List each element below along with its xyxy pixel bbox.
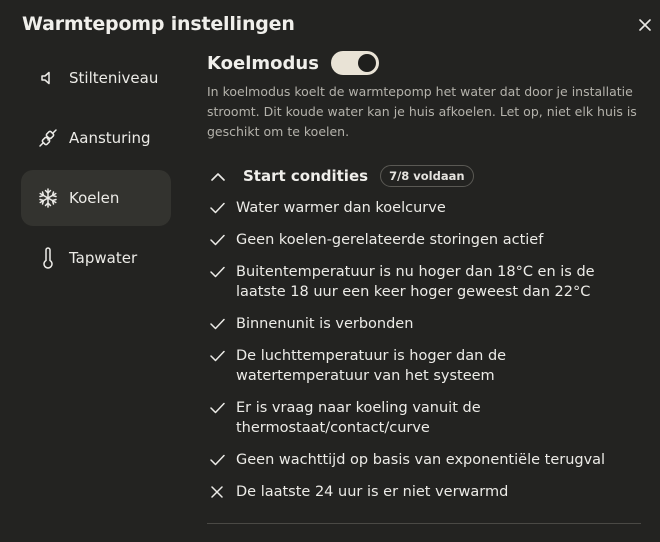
check-icon: [207, 230, 227, 250]
conditions-list: Water warmer dan koelcurve Geen koelen-g…: [207, 198, 641, 502]
condition-text: Geen wachttijd op basis van exponentiële…: [236, 452, 606, 468]
list-item: Geen koelen-gerelateerde storingen actie…: [207, 230, 641, 250]
sidebar-item-label: Koelen: [69, 189, 120, 207]
list-item: De luchttemperatuur is hoger dan de wate…: [207, 346, 641, 386]
list-item: Binnenunit is verbonden: [207, 314, 641, 334]
cooling-toggle[interactable]: [330, 51, 379, 75]
check-icon: [207, 314, 227, 334]
divider: [207, 523, 641, 524]
cooling-title: Koelmodus: [207, 52, 319, 74]
check-icon: [207, 398, 227, 418]
sidebar-item-label: Stilteniveau: [69, 69, 159, 87]
conditions-badge: 7/8 voldaan: [380, 165, 474, 187]
dialog-title: Warmtepomp instellingen: [22, 13, 295, 35]
condition-text: De luchttemperatuur is hoger dan de wate…: [236, 348, 507, 384]
sidebar-item-label: Aansturing: [69, 129, 151, 147]
check-icon: [207, 346, 227, 366]
list-item: Water warmer dan koelcurve: [207, 198, 641, 218]
sidebar-item-stilteniveau[interactable]: Stilteniveau: [21, 50, 171, 106]
sidebar: Stilteniveau Aansturing Koelen Tapwater: [21, 50, 171, 290]
speaker-icon: [37, 67, 59, 89]
condition-text: Er is vraag naar koeling vanuit de therm…: [236, 400, 481, 436]
close-icon: [639, 19, 651, 31]
toggle-knob: [357, 54, 376, 72]
condition-text: Geen koelen-gerelateerde storingen actie…: [236, 232, 544, 248]
list-item: De laatste 24 uur is er niet verwarmd: [207, 482, 641, 502]
settings-dialog: Warmtepomp instellingen Stilteniveau Aan…: [0, 0, 660, 542]
check-icon: [207, 450, 227, 470]
close-button[interactable]: [634, 14, 656, 36]
cooling-panel: Koelmodus In koelmodus koelt de warmtepo…: [207, 48, 641, 514]
list-item: Er is vraag naar koeling vanuit de therm…: [207, 398, 641, 438]
cross-icon: [207, 482, 227, 502]
conditions-toggle[interactable]: Start condities 7/8 voldaan: [207, 162, 641, 190]
check-icon: [207, 198, 227, 218]
condition-text: Binnenunit is verbonden: [236, 316, 414, 332]
condition-text: De laatste 24 uur is er niet verwarmd: [236, 484, 509, 500]
conditions-title: Start condities: [243, 167, 369, 185]
snowflake-icon: [37, 187, 59, 209]
sidebar-item-tapwater[interactable]: Tapwater: [21, 230, 171, 286]
cooling-description: In koelmodus koelt de warmtepomp het wat…: [207, 84, 637, 139]
condition-text: Buitentemperatuur is nu hoger dan 18°C e…: [236, 264, 595, 300]
list-item: Buitentemperatuur is nu hoger dan 18°C e…: [207, 262, 641, 302]
sidebar-item-aansturing[interactable]: Aansturing: [21, 110, 171, 166]
condition-text: Water warmer dan koelcurve: [236, 200, 446, 216]
sidebar-item-koelen[interactable]: Koelen: [21, 170, 171, 226]
sidebar-item-label: Tapwater: [69, 249, 138, 267]
plug-icon: [37, 127, 59, 149]
list-item: Geen wachttijd op basis van exponentiële…: [207, 450, 641, 470]
check-icon: [207, 262, 227, 282]
chevron-up-icon: [207, 165, 229, 187]
thermometer-icon: [37, 247, 59, 269]
